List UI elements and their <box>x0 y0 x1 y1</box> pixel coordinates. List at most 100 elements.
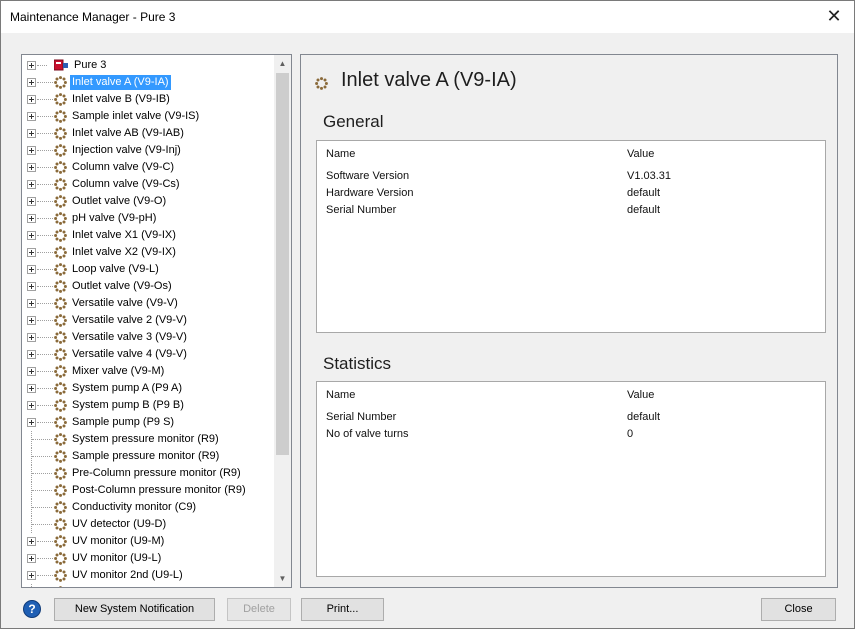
tree-item[interactable]: Sample pump (P9 S) <box>22 414 276 431</box>
tree-item[interactable]: Inlet valve A (V9-IA) <box>22 74 276 91</box>
tree-item[interactable]: System pump A (P9 A) <box>22 380 276 397</box>
expand-icon[interactable] <box>27 78 36 87</box>
tree-connector <box>37 405 53 406</box>
tree-item[interactable]: Sample pressure monitor (R9) <box>22 448 276 465</box>
tree-item[interactable]: Versatile valve 2 (V9-V) <box>22 312 276 329</box>
table-row: No of valve turns 0 <box>317 428 825 444</box>
tree-item-label: Versatile valve 2 (V9-V) <box>72 314 187 326</box>
tree-connector <box>37 388 53 389</box>
help-icon[interactable]: ? <box>23 600 41 618</box>
expand-icon[interactable] <box>27 299 36 308</box>
tree-item[interactable]: Versatile valve 3 (V9-V) <box>22 329 276 346</box>
tree-scrollbar[interactable]: ▲ ▼ <box>274 55 291 587</box>
tree-item-label: UV monitor (U9-L) <box>72 552 162 564</box>
expand-icon[interactable] <box>27 418 36 427</box>
tree-item[interactable]: Versatile valve 4 (V9-V) <box>22 346 276 363</box>
tree-item-label: Injection valve (V9-Inj) <box>72 144 181 156</box>
component-icon <box>54 450 67 463</box>
expand-icon[interactable] <box>27 214 36 223</box>
row-name: No of valve turns <box>326 428 409 440</box>
tree-item-label: Column valve (V9-Cs) <box>72 178 180 190</box>
expand-icon[interactable] <box>27 554 36 563</box>
component-icon <box>54 212 67 225</box>
expand-icon[interactable] <box>27 537 36 546</box>
new-system-notification-button[interactable]: New System Notification <box>54 598 215 621</box>
expand-icon[interactable] <box>27 180 36 189</box>
tree-item-label: Column valve (V9-C) <box>72 161 175 173</box>
tree-item[interactable]: Outlet valve (V9-Os) <box>22 278 276 295</box>
expand-icon[interactable] <box>27 95 36 104</box>
tree-item[interactable]: Conductivity monitor (C9) <box>22 499 276 516</box>
expand-icon[interactable] <box>27 197 36 206</box>
component-icon <box>54 110 67 123</box>
tree-item[interactable]: UV monitor (U9-M) <box>22 533 276 550</box>
expand-icon[interactable] <box>27 146 36 155</box>
maintenance-manager-window: Maintenance Manager - Pure 3 ✕ Pure 3 In… <box>0 0 855 629</box>
tree-item[interactable]: Outlet valve (V9-O) <box>22 193 276 210</box>
expand-icon[interactable] <box>27 333 36 342</box>
tree-item[interactable]: Mixer valve (V9-M) <box>22 363 276 380</box>
print-button[interactable]: Print... <box>301 598 384 621</box>
expand-icon[interactable] <box>27 316 36 325</box>
tree-item[interactable]: Injection valve (V9-Inj) <box>22 142 276 159</box>
component-icon <box>54 399 67 412</box>
expand-icon[interactable] <box>27 231 36 240</box>
tree-item[interactable]: Sample inlet valve (V9-IS) <box>22 108 276 125</box>
tree-item[interactable]: Inlet valve AB (V9-IAB) <box>22 125 276 142</box>
expand-icon[interactable] <box>27 384 36 393</box>
tree-connector <box>37 286 53 287</box>
tree-item[interactable]: Column valve (V9-Cs) <box>22 176 276 193</box>
statistics-heading: Statistics <box>323 354 392 373</box>
expand-icon[interactable] <box>27 282 36 291</box>
tree-item[interactable]: pH monitor (H9) <box>22 584 276 587</box>
tree-item[interactable]: Versatile valve (V9-V) <box>22 295 276 312</box>
tree-item[interactable]: Inlet valve B (V9-IB) <box>22 91 276 108</box>
tree-item[interactable]: Inlet valve X1 (V9-IX) <box>22 227 276 244</box>
scroll-up-arrow-icon[interactable]: ▲ <box>274 55 291 72</box>
tree-item[interactable]: System pressure monitor (R9) <box>22 431 276 448</box>
component-icon <box>54 314 67 327</box>
table-row: Serial Number default <box>317 411 825 427</box>
tree-item[interactable]: UV detector (U9-D) <box>22 516 276 533</box>
tree-item-label: Conductivity monitor (C9) <box>72 501 197 513</box>
tree-item[interactable]: System pump B (P9 B) <box>22 397 276 414</box>
scroll-down-arrow-icon[interactable]: ▼ <box>274 570 291 587</box>
scroll-thumb[interactable] <box>276 73 289 455</box>
component-icon <box>54 280 67 293</box>
expand-icon[interactable] <box>27 401 36 410</box>
column-header-value: Value <box>627 148 655 160</box>
tree-connector <box>37 558 53 559</box>
component-icon <box>54 263 67 276</box>
expand-icon[interactable] <box>27 265 36 274</box>
tree-item[interactable]: pH valve (V9-pH) <box>22 210 276 227</box>
tree-item[interactable]: Loop valve (V9-L) <box>22 261 276 278</box>
table-row: Hardware Version default <box>317 187 825 203</box>
tree-item[interactable]: UV monitor 2nd (U9-L) <box>22 567 276 584</box>
expand-icon[interactable] <box>27 571 36 580</box>
expand-icon[interactable] <box>27 129 36 138</box>
tree-item[interactable]: Pre-Column pressure monitor (R9) <box>22 465 276 482</box>
tree-root-pure3[interactable]: Pure 3 <box>22 57 276 74</box>
tree-item[interactable]: Inlet valve X2 (V9-IX) <box>22 244 276 261</box>
component-icon <box>54 127 67 140</box>
expand-icon[interactable] <box>27 112 36 121</box>
expand-icon[interactable] <box>27 367 36 376</box>
tree-item-label: Sample pump (P9 S) <box>72 416 175 428</box>
close-button[interactable]: Close <box>761 598 836 621</box>
tree-item-label: Inlet valve AB (V9-IAB) <box>72 127 184 139</box>
component-icon <box>54 416 67 429</box>
expand-icon[interactable] <box>27 350 36 359</box>
expand-icon[interactable] <box>27 163 36 172</box>
table-header-row: Name Value <box>317 389 825 405</box>
close-icon[interactable]: ✕ <box>814 1 854 33</box>
tree-item-label: Pre-Column pressure monitor (R9) <box>72 467 241 479</box>
tree-item[interactable]: Post-Column pressure monitor (R9) <box>22 482 276 499</box>
tree-item[interactable]: UV monitor (U9-L) <box>22 550 276 567</box>
delete-button[interactable]: Delete <box>227 598 291 621</box>
tree-item[interactable]: Column valve (V9-C) <box>22 159 276 176</box>
expand-icon[interactable] <box>27 248 36 257</box>
row-name: Serial Number <box>326 204 397 216</box>
component-icon <box>54 382 67 395</box>
expand-icon[interactable] <box>27 61 36 70</box>
row-value: default <box>627 411 661 423</box>
